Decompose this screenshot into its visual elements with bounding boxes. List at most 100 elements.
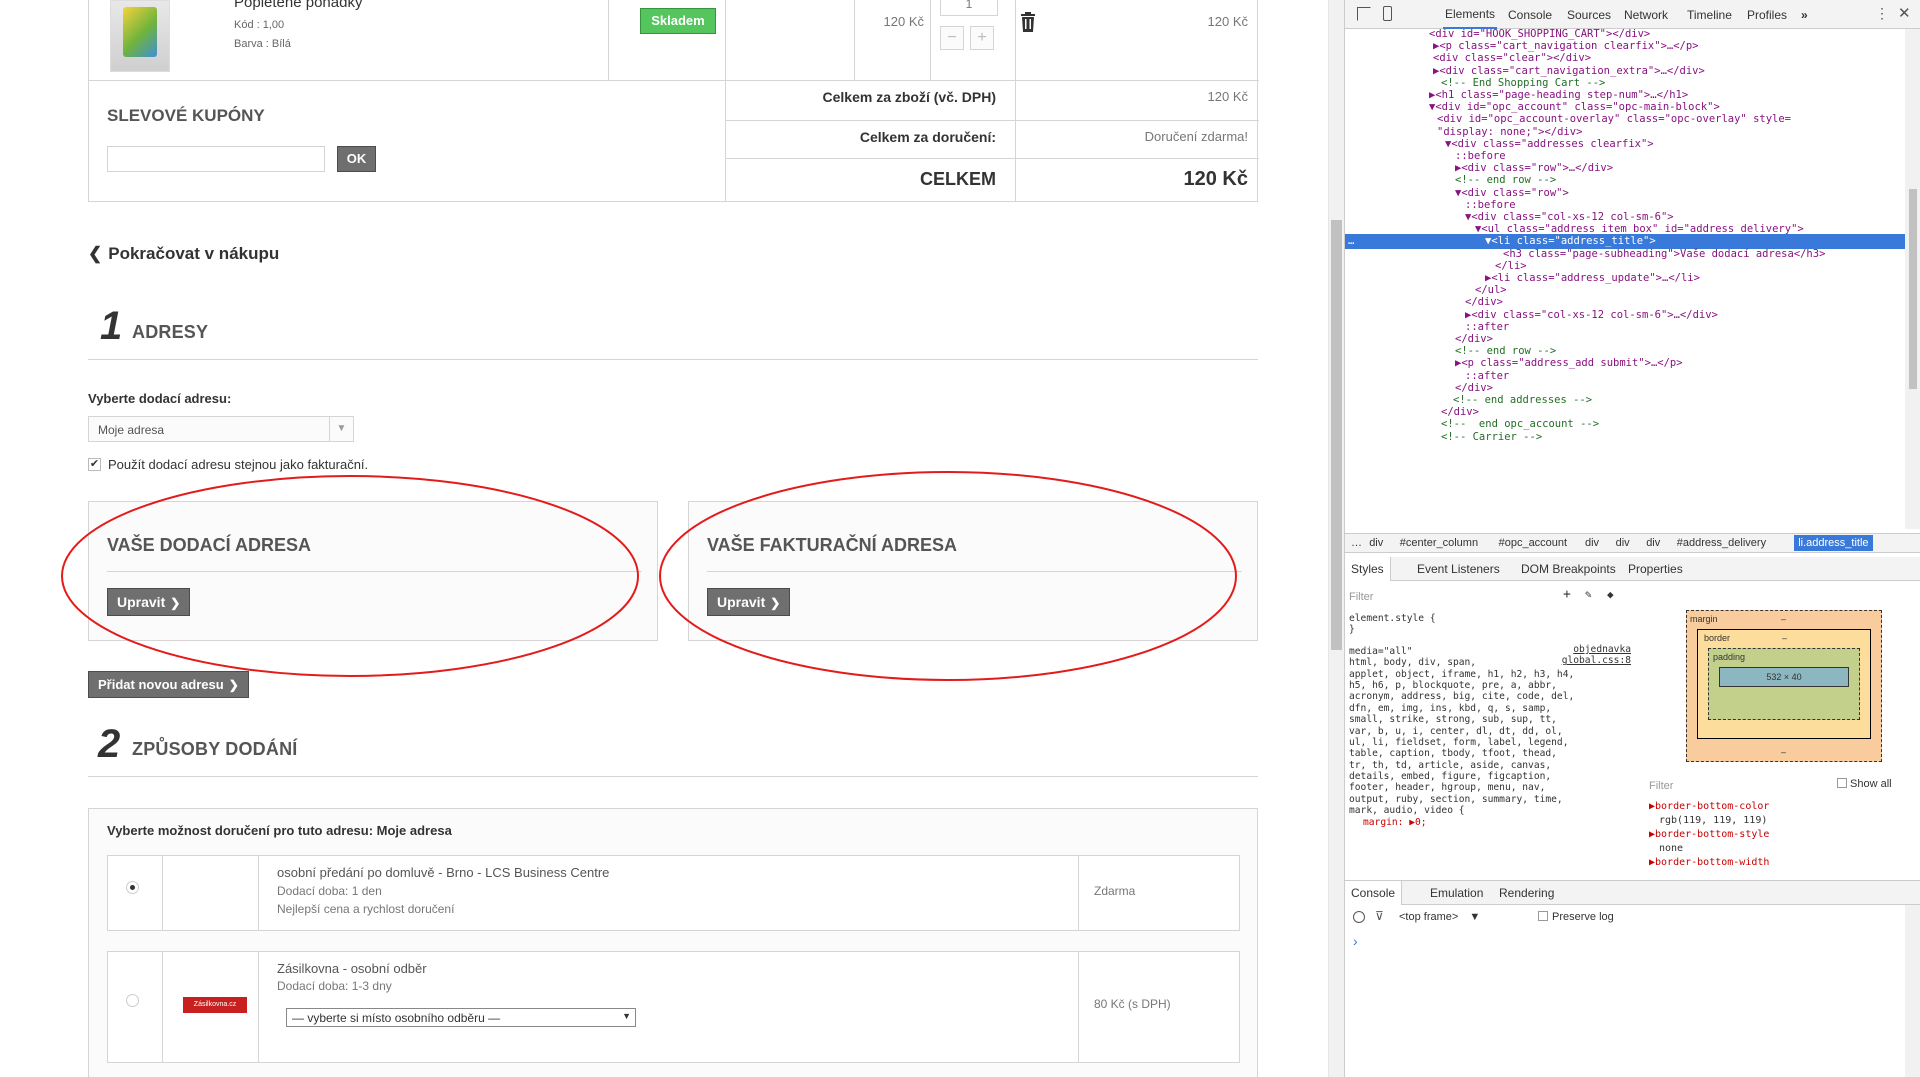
select-arrow-icon: ▼ xyxy=(622,1011,631,1021)
style-line[interactable]: h5, h6, p, blockquote, pre, a, abbr, xyxy=(1349,679,1633,691)
style-line[interactable]: dfn, em, img, ins, kbd, q, s, samp, xyxy=(1349,702,1633,714)
pin-icon[interactable]: ✎ xyxy=(1585,588,1592,602)
tab-network[interactable]: Network xyxy=(1624,8,1668,22)
tab-profiles[interactable]: Profiles xyxy=(1747,8,1787,22)
style-rules: element.style {} media="all" html, body, d… xyxy=(1349,612,1633,828)
preserve-log-label: Preserve log xyxy=(1552,911,1614,923)
content-size: 532 × 40 xyxy=(1766,672,1802,682)
dom-node[interactable]: ▶<li class="address_update">…</li> xyxy=(1485,271,1700,286)
delivery-choose-label: Vyberte možnost doručení pro tuto adresu… xyxy=(107,823,452,838)
box-model-pane: margin – – border – padding 532 × 40 Fil… xyxy=(1645,582,1920,872)
page-scrollbar-thumb[interactable] xyxy=(1331,220,1342,650)
tab-properties[interactable]: Properties xyxy=(1628,562,1683,576)
dom-node[interactable]: <h3 class="page-subheading">Vaše dodací … xyxy=(1503,247,1825,262)
style-line[interactable]: mark, audio, video { xyxy=(1349,804,1633,816)
delivery-option-price: Zdarma xyxy=(1094,884,1136,898)
breadcrumb-item[interactable]: #address_delivery xyxy=(1677,537,1766,549)
computed-list: ▶border-bottom-color rgb(119, 119, 119) ▶b… xyxy=(1649,800,1909,870)
style-line[interactable]: small, strike, strong, sub, sup, tt, xyxy=(1349,713,1633,725)
border-label: border xyxy=(1704,633,1731,643)
computed-filter[interactable]: Filter xyxy=(1649,780,1673,792)
tab-console-drawer[interactable]: Console xyxy=(1345,881,1403,905)
style-line[interactable]: var, b, u, i, center, dl, dt, dd, ol, xyxy=(1349,725,1633,737)
breadcrumb-item[interactable]: … xyxy=(1351,537,1362,549)
styles-tabbar: Styles Event Listeners DOM Breakpoints P… xyxy=(1345,557,1920,581)
style-line[interactable]: applet, object, iframe, h1, h2, h3, h4, xyxy=(1349,668,1633,680)
tab-rendering[interactable]: Rendering xyxy=(1499,886,1554,900)
dom-node[interactable]: <!-- Carrier --> xyxy=(1441,430,1542,445)
page-scrollbar[interactable] xyxy=(1328,0,1344,1077)
preserve-log-checkbox[interactable]: Preserve log xyxy=(1538,911,1614,923)
delivery-option-note: Nejlepší cena a rychlost doručení xyxy=(277,902,455,916)
tab-more[interactable]: » xyxy=(1801,8,1808,22)
devtools-panel: Elements Console Sources Network Timelin… xyxy=(1344,0,1920,1077)
delivery-option-radio[interactable] xyxy=(126,994,139,1007)
tab-elements[interactable]: Elements xyxy=(1443,0,1498,29)
drawer-tabbar: Console Emulation Rendering xyxy=(1345,881,1920,905)
style-line[interactable]: footer, header, hgroup, menu, nav, xyxy=(1349,781,1633,793)
filter-icon[interactable]: ⊽ xyxy=(1375,909,1384,923)
step2-divider xyxy=(88,776,1258,777)
dom-scrollbar[interactable] xyxy=(1905,29,1920,529)
style-line[interactable]: table, caption, tbody, tfoot, thead, xyxy=(1349,747,1633,759)
style-source-link[interactable]: objednavka global.css:8 xyxy=(1562,644,1631,667)
tab-styles[interactable]: Styles xyxy=(1345,557,1391,581)
tab-emulation[interactable]: Emulation xyxy=(1430,886,1483,900)
style-line[interactable]: tr, th, td, article, aside, canvas, xyxy=(1349,759,1633,771)
device-mode-icon[interactable] xyxy=(1383,6,1392,21)
frame-select[interactable]: <top frame> ▼ xyxy=(1399,911,1480,923)
tab-timeline[interactable]: Timeline xyxy=(1687,8,1732,22)
console-prompt[interactable]: › xyxy=(1353,933,1358,949)
border-top: – xyxy=(1782,633,1788,643)
computed-value: none xyxy=(1659,843,1684,854)
delivery-option-name: Zásilkovna - osobní odběr xyxy=(277,961,427,976)
tab-event-listeners[interactable]: Event Listeners xyxy=(1417,562,1500,576)
add-style-icon[interactable]: + xyxy=(1563,588,1571,602)
devtools-tabbar: Elements Console Sources Network Timelin… xyxy=(1345,0,1920,29)
style-line[interactable]: details, embed, figure, figcaption, xyxy=(1349,770,1633,782)
breadcrumb-item[interactable]: #opc_account xyxy=(1499,537,1568,549)
console-scrollbar[interactable] xyxy=(1905,905,1920,1077)
margin-bottom: – xyxy=(1781,747,1787,757)
close-icon[interactable]: ✕ xyxy=(1898,4,1911,22)
dom-scrollbar-thumb[interactable] xyxy=(1909,189,1917,389)
tab-sources[interactable]: Sources xyxy=(1567,8,1611,22)
computed-property[interactable]: ▶border-bottom-style xyxy=(1649,828,1909,842)
frame-label: <top frame> xyxy=(1399,911,1459,923)
padding-label: padding xyxy=(1713,652,1746,662)
tab-dom-breakpoints[interactable]: DOM Breakpoints xyxy=(1521,562,1616,576)
pickup-point-select[interactable]: — vyberte si místo osobního odběru — ▼ xyxy=(286,1008,636,1027)
show-all-checkbox[interactable]: Show all xyxy=(1837,778,1892,790)
style-line[interactable]: margin: ▶0; xyxy=(1349,816,1633,828)
pickup-select-value: — vyberte si místo osobního odběru — xyxy=(292,1011,501,1025)
breadcrumb-item[interactable]: div xyxy=(1369,537,1383,549)
breadcrumb-item[interactable]: div xyxy=(1616,537,1630,549)
show-all-label: Show all xyxy=(1850,778,1892,790)
dom-tree[interactable]: <div id="HOOK_SHOPPING_CART"></div> ▶<p c… xyxy=(1345,29,1905,529)
zasilkovna-logo: Zásilkovna.cz xyxy=(183,997,247,1013)
style-line[interactable]: ul, li, fieldset, form, label, legend, xyxy=(1349,736,1633,748)
delivery-option-radio[interactable] xyxy=(126,881,139,894)
inspect-icon[interactable] xyxy=(1357,7,1371,21)
breadcrumb-item[interactable]: div xyxy=(1585,537,1599,549)
color-format-icon[interactable]: ◆ xyxy=(1607,588,1614,602)
breadcrumb-item[interactable]: #center_column xyxy=(1400,537,1478,549)
breadcrumb-item[interactable]: div xyxy=(1646,537,1660,549)
style-line[interactable]: output, ruby, section, summary, time, xyxy=(1349,793,1633,805)
style-line[interactable]: } xyxy=(1349,623,1633,635)
breadcrumb-item[interactable]: li.address_title xyxy=(1794,535,1873,551)
styles-filter[interactable]: Filter xyxy=(1349,590,1373,604)
computed-property[interactable]: ▶border-bottom-color xyxy=(1649,800,1909,814)
box-margin: margin – – border – padding 532 × 40 xyxy=(1686,610,1882,762)
console-drawer: Console Emulation Rendering ⊽ <top frame… xyxy=(1345,880,1920,1077)
clear-console-icon[interactable] xyxy=(1353,911,1365,923)
computed-property[interactable]: ▶border-bottom-width xyxy=(1649,856,1909,870)
box-padding: padding 532 × 40 xyxy=(1708,648,1860,720)
style-line[interactable]: acronym, address, big, cite, code, del, xyxy=(1349,690,1633,702)
margin-label: margin xyxy=(1690,614,1718,624)
style-line[interactable]: element.style { xyxy=(1349,612,1633,624)
computed-value: rgb(119, 119, 119) xyxy=(1659,815,1768,826)
dom-node-ellipsis[interactable]: … xyxy=(1348,234,1354,249)
tab-console[interactable]: Console xyxy=(1508,8,1552,22)
devtools-menu-icon[interactable]: ⋮ xyxy=(1875,5,1889,22)
